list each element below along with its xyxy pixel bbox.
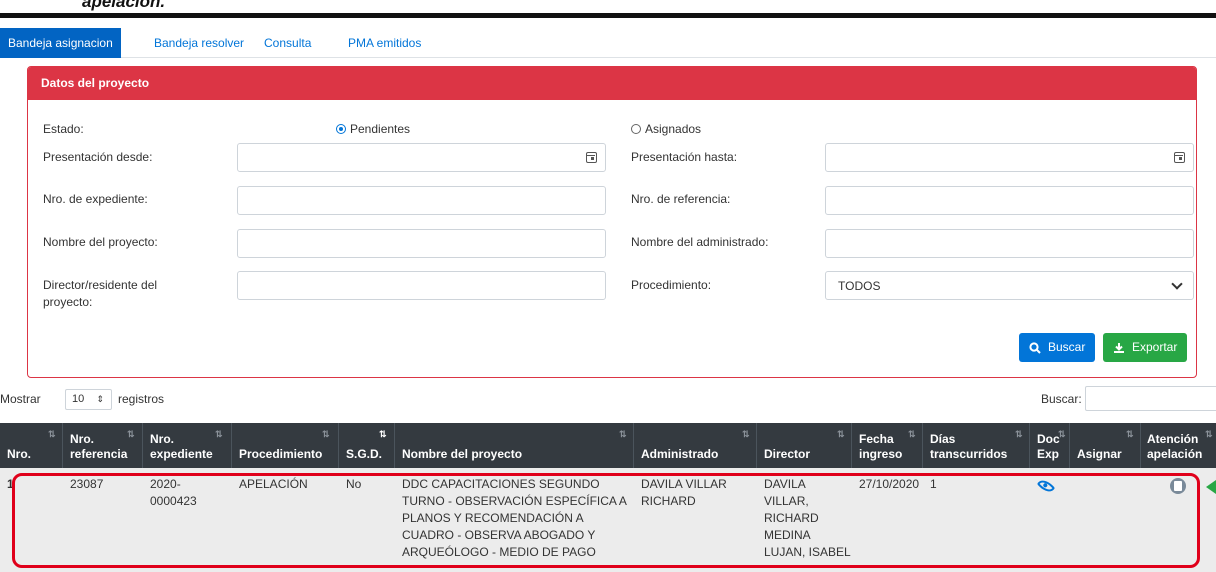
nro-expediente-input[interactable]: [237, 186, 606, 215]
radio-unselected-icon: [631, 124, 641, 134]
director-input[interactable]: [237, 271, 606, 300]
sort-arrows-icon: ⇕: [96, 394, 104, 404]
th-label: Director: [764, 447, 811, 461]
presentacion-desde-input[interactable]: [237, 143, 606, 172]
tab-bandeja-resolver[interactable]: Bandeja resolver: [146, 28, 252, 58]
calendar-icon[interactable]: [586, 152, 597, 163]
sort-icon: ⇅: [1058, 429, 1066, 439]
th-label: Nro.: [70, 432, 94, 446]
exportar-button[interactable]: Exportar: [1103, 333, 1188, 362]
th-label-2: ingreso: [859, 447, 903, 461]
filter-card: Datos del proyecto: [27, 66, 1197, 378]
th-label: Días: [930, 432, 956, 446]
th-procedimiento[interactable]: ⇅ Procedimiento: [232, 423, 339, 468]
nombre-administrado-input[interactable]: [825, 229, 1194, 258]
th-label-2: apelación: [1147, 447, 1203, 461]
procedimiento-value: TODOS: [838, 279, 881, 293]
row-highlight-box: [12, 473, 1200, 568]
th-director[interactable]: ⇅ Director: [757, 423, 852, 468]
nro-referencia-input[interactable]: [825, 186, 1194, 215]
radio-pendientes-label: Pendientes: [350, 122, 411, 136]
card-title: Datos del proyecto: [28, 67, 1196, 100]
tab-consulta[interactable]: Consulta: [256, 28, 319, 58]
sort-desc-icon: ⇅: [379, 429, 387, 439]
sort-icon: ⇅: [1015, 429, 1023, 439]
nro-referencia-label: Nro. de referencia:: [631, 192, 731, 206]
th-nro[interactable]: ⇅ Nro.: [0, 423, 63, 468]
th-label: Nro.: [7, 447, 31, 461]
th-label: Asignar: [1077, 447, 1122, 461]
th-sgd[interactable]: ⇅ S.G.D.: [339, 423, 395, 468]
director-label-line2: proyecto:: [43, 295, 93, 309]
sort-icon: ⇅: [215, 429, 223, 439]
nombre-proyecto-input[interactable]: [237, 229, 606, 258]
th-fecha-ingreso[interactable]: ⇅ Fecha ingreso: [852, 423, 923, 468]
sort-icon: ⇅: [908, 429, 916, 439]
th-doc-exp[interactable]: ⇅ Doc Exp: [1030, 423, 1070, 468]
document-heading: apelación.: [82, 0, 166, 11]
procedimiento-label: Procedimiento:: [631, 278, 712, 292]
buscar-button[interactable]: Buscar: [1019, 333, 1096, 362]
th-expediente[interactable]: ⇅ Nro. expediente: [143, 423, 232, 468]
page-length-value: 10: [72, 393, 85, 405]
radio-pendientes[interactable]: Pendientes: [336, 122, 410, 136]
th-asignar[interactable]: ⇅ Asignar: [1070, 423, 1141, 468]
registros-label: registros: [118, 392, 165, 406]
buscar-button-label: Buscar: [1048, 340, 1086, 354]
tab-bandeja-asignacion[interactable]: Bandeja asignacion: [0, 28, 121, 58]
search-icon: [1029, 341, 1041, 354]
th-label: Administrado: [641, 447, 719, 461]
th-label-2: transcurridos: [930, 447, 1008, 461]
sort-icon: ⇅: [837, 429, 845, 439]
th-label: Nro.: [150, 432, 174, 446]
table-search-input[interactable]: [1085, 386, 1216, 411]
th-label: S.G.D.: [346, 447, 383, 461]
th-label-2: Exp: [1037, 447, 1060, 461]
sort-icon: ⇅: [322, 429, 330, 439]
sort-icon: ⇅: [742, 429, 750, 439]
sort-icon: ⇅: [1126, 429, 1134, 439]
page-length-select[interactable]: 10 ⇕: [65, 389, 112, 410]
th-administrado[interactable]: ⇅ Administrado: [634, 423, 757, 468]
arrow-marker-icon: [1206, 480, 1216, 494]
nro-expediente-label: Nro. de expediente:: [43, 192, 148, 206]
tab-bar: Bandeja asignacion Bandeja resolver Cons…: [0, 28, 1216, 58]
th-label: Procedimiento: [239, 447, 323, 461]
procedimiento-select[interactable]: TODOS: [825, 271, 1194, 300]
nombre-proyecto-label: Nombre del proyecto:: [43, 235, 158, 249]
presentacion-hasta-input[interactable]: [825, 143, 1194, 172]
sort-icon: ⇅: [127, 429, 135, 439]
th-referencia[interactable]: ⇅ Nro. referencia: [63, 423, 143, 468]
th-label: Fecha: [859, 432, 894, 446]
radio-asignados-label: Asignados: [645, 122, 702, 136]
estado-label: Estado:: [43, 122, 84, 136]
top-divider: [0, 13, 1216, 18]
presentacion-hasta-label: Presentación hasta:: [631, 150, 738, 164]
radio-selected-icon: [336, 124, 346, 134]
mostrar-label: Mostrar: [0, 392, 41, 406]
exportar-button-label: Exportar: [1132, 340, 1178, 354]
sort-icon: ⇅: [1205, 429, 1213, 439]
th-label: Nombre del proyecto: [402, 447, 523, 461]
director-label-line1: Director/residente del: [43, 278, 158, 292]
th-nombre-proyecto[interactable]: ⇅ Nombre del proyecto: [395, 423, 634, 468]
sort-icon: ⇅: [619, 429, 627, 439]
th-dias-transcurridos[interactable]: ⇅ Días transcurridos: [923, 423, 1030, 468]
nombre-administrado-label: Nombre del administrado:: [631, 235, 769, 249]
th-label-2: referencia: [70, 447, 128, 461]
sort-icon: ⇅: [48, 429, 56, 439]
chevron-down-icon: [1171, 278, 1183, 290]
buscar-table-label: Buscar:: [1041, 392, 1082, 406]
th-label-2: expediente: [150, 447, 213, 461]
calendar-icon[interactable]: [1174, 152, 1185, 163]
th-label: Atención: [1147, 432, 1199, 446]
tab-pma-emitidos[interactable]: PMA emitidos: [340, 28, 429, 58]
presentacion-desde-label: Presentación desde:: [43, 150, 153, 164]
th-label: Doc: [1037, 432, 1060, 446]
download-icon: [1114, 342, 1124, 353]
table-header: ⇅ Nro. ⇅ Nro. referencia ⇅ Nro. expediente ⇅ P…: [0, 423, 1216, 468]
th-atencion-apelacion[interactable]: ⇅ Atención apelación: [1141, 423, 1216, 468]
radio-asignados[interactable]: Asignados: [631, 122, 701, 136]
